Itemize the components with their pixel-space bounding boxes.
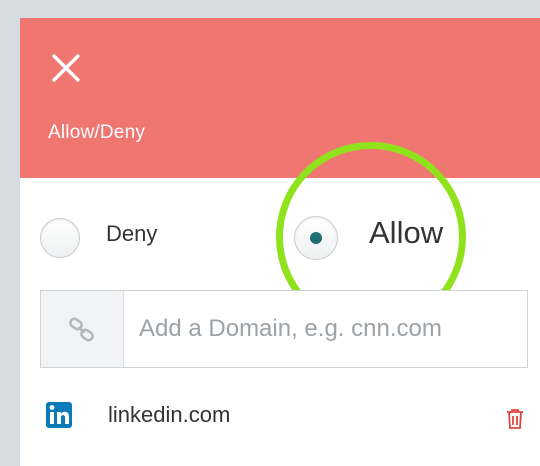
close-button[interactable] (48, 50, 84, 86)
allow-label[interactable]: Allow (369, 215, 443, 251)
deny-label[interactable]: Deny (106, 221, 157, 247)
domain-name: linkedin.com (108, 402, 231, 427)
linkedin-icon (46, 402, 72, 428)
domain-input[interactable] (139, 291, 529, 367)
radio-selected-dot (310, 232, 322, 244)
deny-radio[interactable] (40, 218, 80, 258)
close-icon (52, 54, 80, 82)
allow-radio[interactable] (294, 216, 338, 260)
trash-icon (507, 409, 523, 429)
domain-list-item: linkedin.com (40, 396, 523, 436)
panel-title: Allow/Deny (48, 122, 146, 143)
allow-deny-panel: Allow/Deny Deny Allow linkedin.com (20, 18, 540, 466)
add-domain-field (40, 290, 529, 368)
panel-header: Allow/Deny (20, 18, 540, 178)
link-icon (69, 317, 94, 342)
delete-domain-button[interactable] (506, 408, 524, 430)
domain-input-addon (41, 291, 124, 367)
